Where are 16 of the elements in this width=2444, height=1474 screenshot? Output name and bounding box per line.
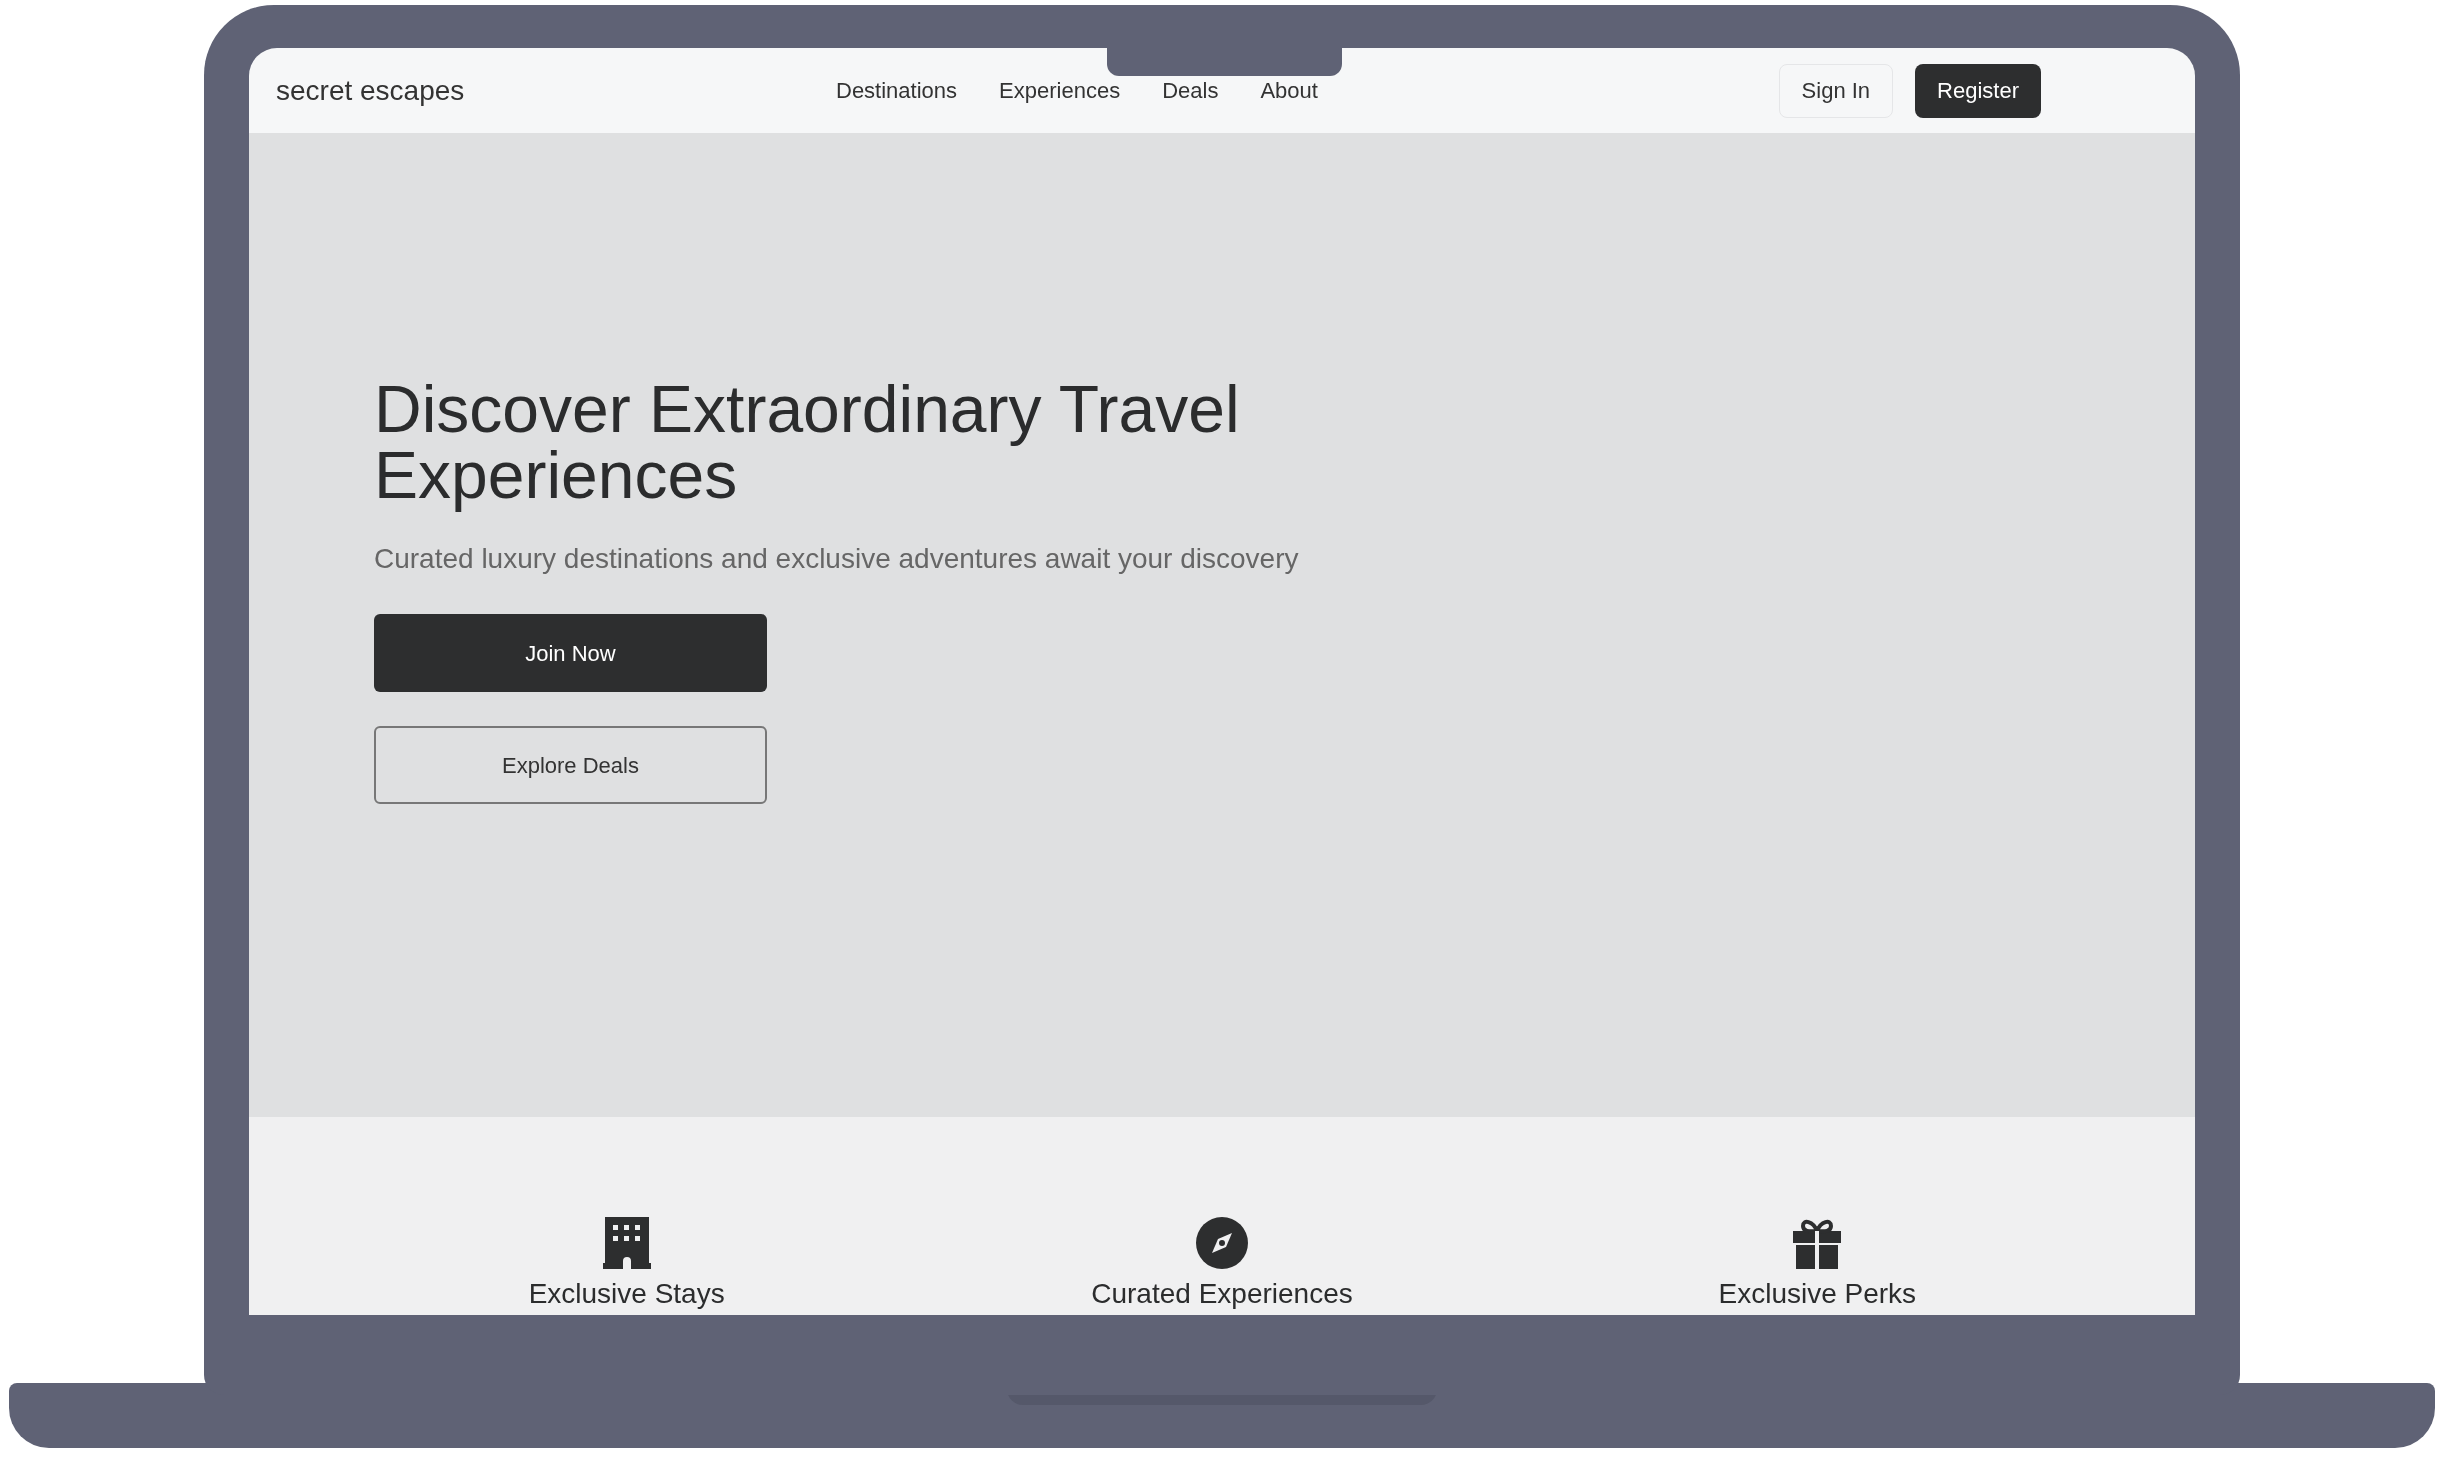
feature-title: Curated Experiences — [1091, 1277, 1353, 1311]
feature-title: Exclusive Stays — [528, 1277, 725, 1311]
gift-icon — [1791, 1217, 1844, 1269]
hero-subtitle: Curated luxury destinations and exclusive adventures await your discovery — [374, 542, 1300, 576]
explore-deals-button[interactable]: Explore Deals — [374, 726, 767, 804]
building-icon — [602, 1217, 651, 1269]
nav-link[interactable]: Experiences — [999, 74, 1121, 107]
feature-title: Exclusive Perks — [1718, 1277, 1917, 1311]
register-button[interactable]: Register — [1915, 63, 2041, 118]
nav-link[interactable]: About — [1260, 74, 1318, 107]
compass-icon — [1196, 1217, 1248, 1269]
sign-in-button[interactable]: Sign In — [1778, 63, 1894, 118]
nav-link[interactable]: Destinations — [836, 74, 958, 107]
join-now-button[interactable]: Join Now — [374, 614, 767, 692]
nav-link[interactable]: Deals — [1162, 74, 1219, 107]
site-logo[interactable]: secret escapes — [276, 69, 836, 112]
